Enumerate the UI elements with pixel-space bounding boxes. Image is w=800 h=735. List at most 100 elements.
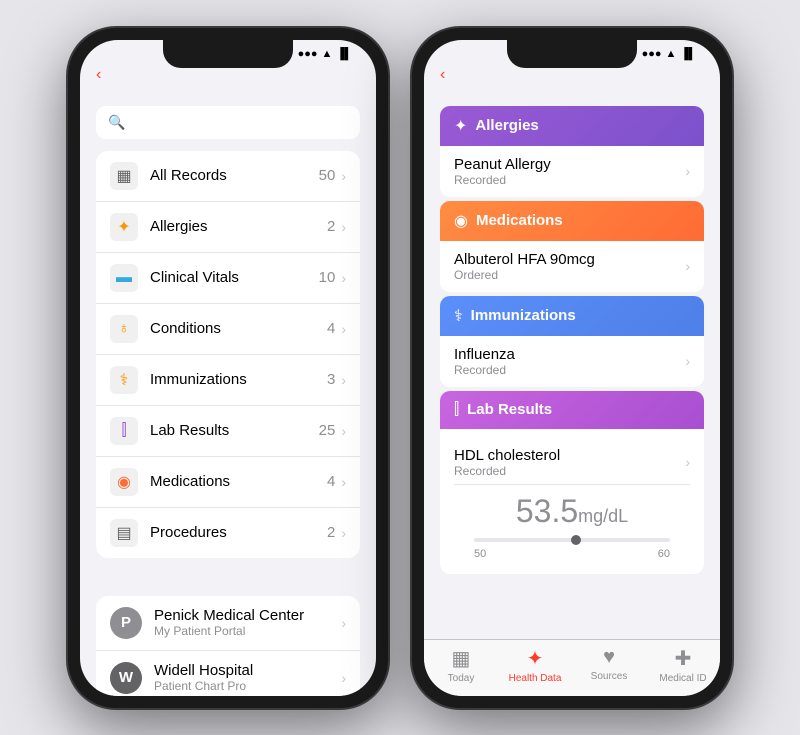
category-icon-medications: ◉ (454, 211, 468, 231)
list-count-immunizations: 3 (327, 371, 335, 388)
category-item-medications[interactable]: Albuterol HFA 90mcg Ordered › (440, 241, 704, 292)
category-item-allergies[interactable]: Peanut Allergy Recorded › (440, 146, 704, 197)
signal-icon-r: ●●● (642, 48, 662, 60)
category-item-immunizations[interactable]: Influenza Recorded › (440, 336, 704, 387)
phone-screen-right: ●●● ▲ ▐▌ ‹ (424, 40, 720, 696)
category-item-status-allergies: Recorded (454, 173, 685, 187)
category-item-info-immunizations: Influenza Recorded (454, 346, 685, 377)
list-label-immunizations: Immunizations (150, 371, 327, 388)
source-chevron-1: › (341, 670, 346, 686)
list-chevron-all-records: › (341, 168, 346, 184)
status-icons-right: ●●● ▲ ▐▌ (642, 48, 696, 60)
tab-sources-right[interactable]: ♥ Sources (572, 646, 646, 684)
source-item-1[interactable]: W Widell Hospital Patient Chart Pro › (96, 651, 360, 696)
lab-status-lab-results: Recorded (454, 464, 685, 478)
lab-item-row-lab-results[interactable]: HDL cholesterol Recorded › (454, 437, 690, 485)
category-item-status-medications: Ordered (454, 268, 685, 282)
list-item-lab-results[interactable]: ⫿ Lab Results 25 › (96, 406, 360, 457)
categories-scroll: ✦ Allergies Peanut Allergy Recorded › ◉ … (424, 106, 720, 639)
source-subtitle-0: My Patient Portal (154, 624, 341, 638)
list-icon-lab-results: ⫿ (110, 417, 138, 445)
category-title-allergies: Allergies (475, 117, 538, 134)
tab-today-right[interactable]: ▦ Today (424, 646, 498, 684)
phone-frame-right: ●●● ▲ ▐▌ ‹ (412, 28, 732, 708)
list-label-allergies: Allergies (150, 218, 327, 235)
lab-range-labels-lab-results: 50 60 (454, 546, 690, 562)
category-item-name-immunizations: Influenza (454, 346, 685, 363)
category-header-allergies: ✦ Allergies (440, 106, 704, 146)
search-bar[interactable]: 🔍 (96, 106, 360, 139)
tab-label-medical-id-right: Medical ID (659, 673, 706, 684)
lab-value-section-lab-results: HDL cholesterol Recorded › 53.5mg/dL 50 … (440, 429, 704, 574)
category-header-lab-results: ⫿ Lab Results (440, 391, 704, 429)
category-icon-lab-results: ⫿ (454, 401, 459, 419)
source-info-1: Widell Hospital Patient Chart Pro (154, 662, 341, 693)
records-date-section (424, 92, 720, 106)
phone-screen-left: ●●● ▲ ▐▌ ‹ 🔍 (80, 40, 376, 696)
category-item-info-medications: Albuterol HFA 90mcg Ordered (454, 251, 685, 282)
nav-bar-right: ‹ (424, 64, 720, 92)
tab-label-health-data-right: Health Data (509, 673, 562, 684)
back-button-left[interactable]: ‹ (96, 66, 103, 84)
tab-health-data-right[interactable]: ✦ Health Data (498, 646, 572, 684)
list-item-all-records[interactable]: ▦ All Records 50 › (96, 151, 360, 202)
records-list: ▦ All Records 50 › ✦ Allergies 2 › ▬ Cli… (96, 151, 360, 558)
category-card-immunizations: ⚕ Immunizations Influenza Recorded › (440, 296, 704, 387)
category-item-info-allergies: Peanut Allergy Recorded (454, 156, 685, 187)
lab-value-display-lab-results: 53.5mg/dL (454, 485, 690, 534)
list-count-lab-results: 25 (319, 422, 336, 439)
source-subtitle-1: Patient Chart Pro (154, 679, 341, 693)
list-item-procedures[interactable]: ▤ Procedures 2 › (96, 508, 360, 558)
source-avatar-1: W (110, 662, 142, 694)
list-item-medications[interactable]: ◉ Medications 4 › (96, 457, 360, 508)
source-item-0[interactable]: P Penick Medical Center My Patient Porta… (96, 596, 360, 651)
tab-icon-medical-id-right: ✚ (675, 646, 692, 671)
battery-icon-r: ▐▌ (680, 48, 696, 60)
source-chevron-0: › (341, 615, 346, 631)
list-count-all-records: 50 (319, 167, 336, 184)
category-item-status-immunizations: Recorded (454, 363, 685, 377)
signal-icon: ●●● (298, 48, 318, 60)
list-chevron-immunizations: › (341, 372, 346, 388)
list-item-immunizations[interactable]: ⚕ Immunizations 3 › (96, 355, 360, 406)
list-icon-conditions: ♁ (110, 315, 138, 343)
notch-left (163, 40, 293, 68)
source-avatar-0: P (110, 607, 142, 639)
list-count-clinical-vitals: 10 (319, 269, 336, 286)
battery-icon: ▐▌ (336, 48, 352, 60)
list-chevron-medications: › (341, 474, 346, 490)
category-icon-immunizations: ⚕ (454, 306, 463, 326)
lab-big-value-lab-results: 53.5mg/dL (454, 493, 690, 530)
lab-range-min-lab-results: 50 (474, 548, 486, 560)
source-info-0: Penick Medical Center My Patient Portal (154, 607, 341, 638)
lab-range-bar-lab-results (474, 538, 670, 542)
category-card-medications: ◉ Medications Albuterol HFA 90mcg Ordere… (440, 201, 704, 292)
back-button-right[interactable]: ‹ (440, 66, 447, 84)
list-item-allergies[interactable]: ✦ Allergies 2 › (96, 202, 360, 253)
list-chevron-procedures: › (341, 525, 346, 541)
list-item-clinical-vitals[interactable]: ▬ Clinical Vitals 10 › (96, 253, 360, 304)
list-icon-procedures: ▤ (110, 519, 138, 547)
source-name-0: Penick Medical Center (154, 607, 341, 624)
category-item-name-medications: Albuterol HFA 90mcg (454, 251, 685, 268)
back-chevron-left: ‹ (96, 66, 101, 84)
phone-frame-left: ●●● ▲ ▐▌ ‹ 🔍 (68, 28, 388, 708)
list-chevron-allergies: › (341, 219, 346, 235)
category-header-immunizations: ⚕ Immunizations (440, 296, 704, 336)
list-label-all-records: All Records (150, 167, 319, 184)
category-icon-allergies: ✦ (454, 116, 467, 136)
category-card-lab-results: ⫿ Lab Results HDL cholesterol Recorded ›… (440, 391, 704, 574)
notch-right (507, 40, 637, 68)
category-title-medications: Medications (476, 212, 563, 229)
list-item-conditions[interactable]: ♁ Conditions 4 › (96, 304, 360, 355)
source-name-1: Widell Hospital (154, 662, 341, 679)
all-records-screen: ●●● ▲ ▐▌ ‹ (424, 40, 720, 696)
category-title-lab-results: Lab Results (467, 401, 552, 418)
back-chevron-right: ‹ (440, 66, 445, 84)
nav-bar-left: ‹ (80, 64, 376, 92)
lab-range-dot-lab-results (571, 535, 581, 545)
sources-header (80, 574, 376, 596)
category-item-name-allergies: Peanut Allergy (454, 156, 685, 173)
tab-medical-id-right[interactable]: ✚ Medical ID (646, 646, 720, 684)
list-icon-clinical-vitals: ▬ (110, 264, 138, 292)
